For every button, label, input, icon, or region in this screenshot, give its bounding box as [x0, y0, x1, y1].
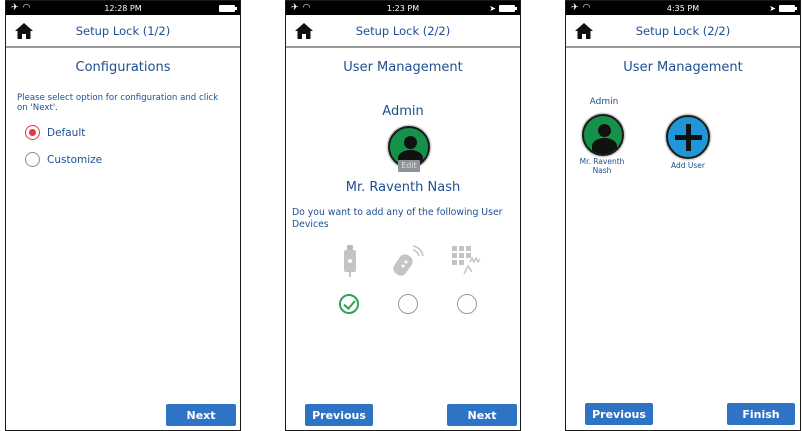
option-customize[interactable]: Customize — [25, 152, 102, 167]
status-bar: ✈ ◠ 1:23 PM ➤ — [286, 1, 520, 15]
finish-button[interactable]: Finish — [727, 403, 795, 425]
status-bar: ✈ ◠ 12:28 PM — [6, 1, 240, 15]
battery-icon — [779, 4, 797, 12]
section-title: User Management — [343, 60, 463, 75]
admin-avatar[interactable] — [582, 114, 624, 156]
home-icon[interactable] — [14, 22, 34, 40]
add-user-button[interactable] — [666, 115, 710, 159]
home-icon[interactable] — [574, 22, 594, 40]
nav-title: Setup Lock (1/2) — [75, 23, 171, 38]
screen-user-management-devices: ✈ ◠ 1:23 PM ➤ Setup Lock (2/2) User Manag… — [285, 0, 521, 431]
user-name: Mr. Raventh Nash — [345, 180, 461, 195]
nav-title: Setup Lock (2/2) — [355, 23, 451, 38]
key-fob-icon — [344, 245, 356, 277]
remote-icon — [393, 245, 424, 276]
location-icon: ➤ — [769, 3, 776, 13]
section-title: User Management — [623, 60, 743, 75]
wifi-icon: ◠ — [582, 3, 591, 13]
nav-title: Setup Lock (2/2) — [635, 23, 731, 38]
radio-selected-icon[interactable] — [25, 125, 40, 140]
device-checkbox-key-fob[interactable] — [339, 294, 359, 314]
screen-configurations: ✈ ◠ 12:28 PM Setup Lock (1/2) Configurati… — [5, 0, 241, 431]
nav-bar: Setup Lock (1/2) — [6, 15, 240, 48]
status-time: 1:23 PM — [386, 3, 420, 13]
status-bar: ✈ ◠ 4:35 PM ➤ — [566, 1, 800, 15]
instructions-text: Please select option for configuration a… — [17, 93, 219, 113]
airplane-icon: ✈ — [291, 3, 299, 13]
screen-user-management-users: ✈ ◠ 4:35 PM ➤ Setup Lock (2/2) User Manag… — [565, 0, 801, 431]
edit-button[interactable]: Edit — [398, 160, 420, 172]
next-button[interactable]: Next — [447, 404, 517, 426]
status-time: 4:35 PM — [666, 3, 700, 13]
device-checkbox-remote[interactable] — [398, 294, 418, 314]
location-icon: ➤ — [489, 3, 496, 13]
nav-bar: Setup Lock (2/2) — [566, 15, 800, 48]
device-question: Do you want to add any of the following … — [292, 207, 503, 230]
device-checkbox-keypad[interactable] — [457, 294, 477, 314]
option-default[interactable]: Default — [25, 125, 85, 140]
next-button[interactable]: Next — [166, 404, 236, 426]
battery-icon — [219, 4, 237, 12]
option-label: Customize — [47, 153, 103, 166]
wifi-icon: ◠ — [302, 3, 311, 13]
option-label: Default — [47, 126, 86, 139]
role-label: Admin — [382, 104, 424, 119]
section-title: Configurations — [75, 60, 171, 75]
airplane-icon: ✈ — [11, 3, 19, 13]
keypad-icon — [452, 246, 481, 275]
home-icon[interactable] — [294, 22, 314, 40]
role-label: Admin — [589, 97, 619, 107]
previous-button[interactable]: Previous — [305, 404, 373, 426]
status-time: 12:28 PM — [104, 3, 142, 13]
radio-unselected-icon[interactable] — [25, 152, 40, 167]
previous-button[interactable]: Previous — [585, 403, 653, 425]
battery-icon — [499, 4, 517, 12]
wifi-icon: ◠ — [22, 3, 31, 13]
user-name: Mr. Raventh Nash — [579, 157, 625, 175]
airplane-icon: ✈ — [571, 3, 579, 13]
nav-bar: Setup Lock (2/2) — [286, 15, 520, 48]
add-user-label: Add User — [671, 161, 705, 170]
